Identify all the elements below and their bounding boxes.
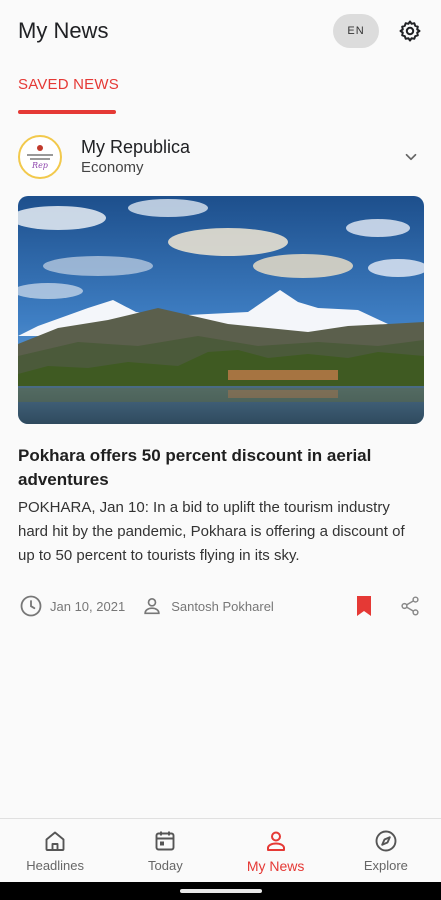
nav-headlines[interactable]: Headlines <box>0 819 110 882</box>
tab-saved-news[interactable]: SAVED NEWS <box>18 76 119 110</box>
person-icon <box>263 828 289 854</box>
article-headline[interactable]: Pokhara offers 50 percent discount in ae… <box>18 444 418 492</box>
gear-icon[interactable] <box>397 18 423 44</box>
article-source-row[interactable]: Rep My Republica Economy <box>18 132 423 182</box>
nav-my-news[interactable]: My News <box>221 819 331 882</box>
page-title: My News <box>18 18 109 43</box>
nav-headlines-label: Headlines <box>26 858 85 873</box>
system-navigation-bar <box>0 882 441 900</box>
nav-my-news-label: My News <box>246 857 305 874</box>
article-meta-row: Jan 10, 2021 Santosh Pokharel <box>18 592 423 620</box>
compass-icon <box>373 828 399 854</box>
nav-explore[interactable]: Explore <box>331 819 441 882</box>
article-summary: POKHARA, Jan 10: In a bid to uplift the … <box>18 499 405 564</box>
article-image[interactable] <box>18 196 424 424</box>
source-name: My Republica <box>81 137 191 157</box>
language-toggle-button[interactable]: EN <box>333 14 379 48</box>
chevron-down-icon[interactable] <box>399 145 423 169</box>
person-icon <box>139 593 165 619</box>
bookmark-icon[interactable] <box>351 593 377 619</box>
home-icon <box>42 828 68 854</box>
tab-active-indicator <box>18 110 116 114</box>
tab-bar: SAVED NEWS <box>18 76 119 114</box>
bottom-nav: Headlines Today My News Explore <box>0 818 441 882</box>
article-author: Santosh Pokharel <box>171 598 274 614</box>
source-logo: Rep <box>18 135 62 179</box>
app-header: My News EN <box>0 0 441 62</box>
source-category: Economy <box>81 159 144 176</box>
article-date: Jan 10, 2021 <box>50 598 126 614</box>
calendar-icon <box>152 828 178 854</box>
nav-explore-label: Explore <box>363 858 408 873</box>
nav-today[interactable]: Today <box>110 819 220 882</box>
clock-icon <box>18 593 44 619</box>
share-icon[interactable] <box>397 593 423 619</box>
source-info: My Republica Economy <box>81 136 399 178</box>
nav-today-label: Today <box>148 858 183 873</box>
home-gesture-handle[interactable] <box>179 889 262 893</box>
